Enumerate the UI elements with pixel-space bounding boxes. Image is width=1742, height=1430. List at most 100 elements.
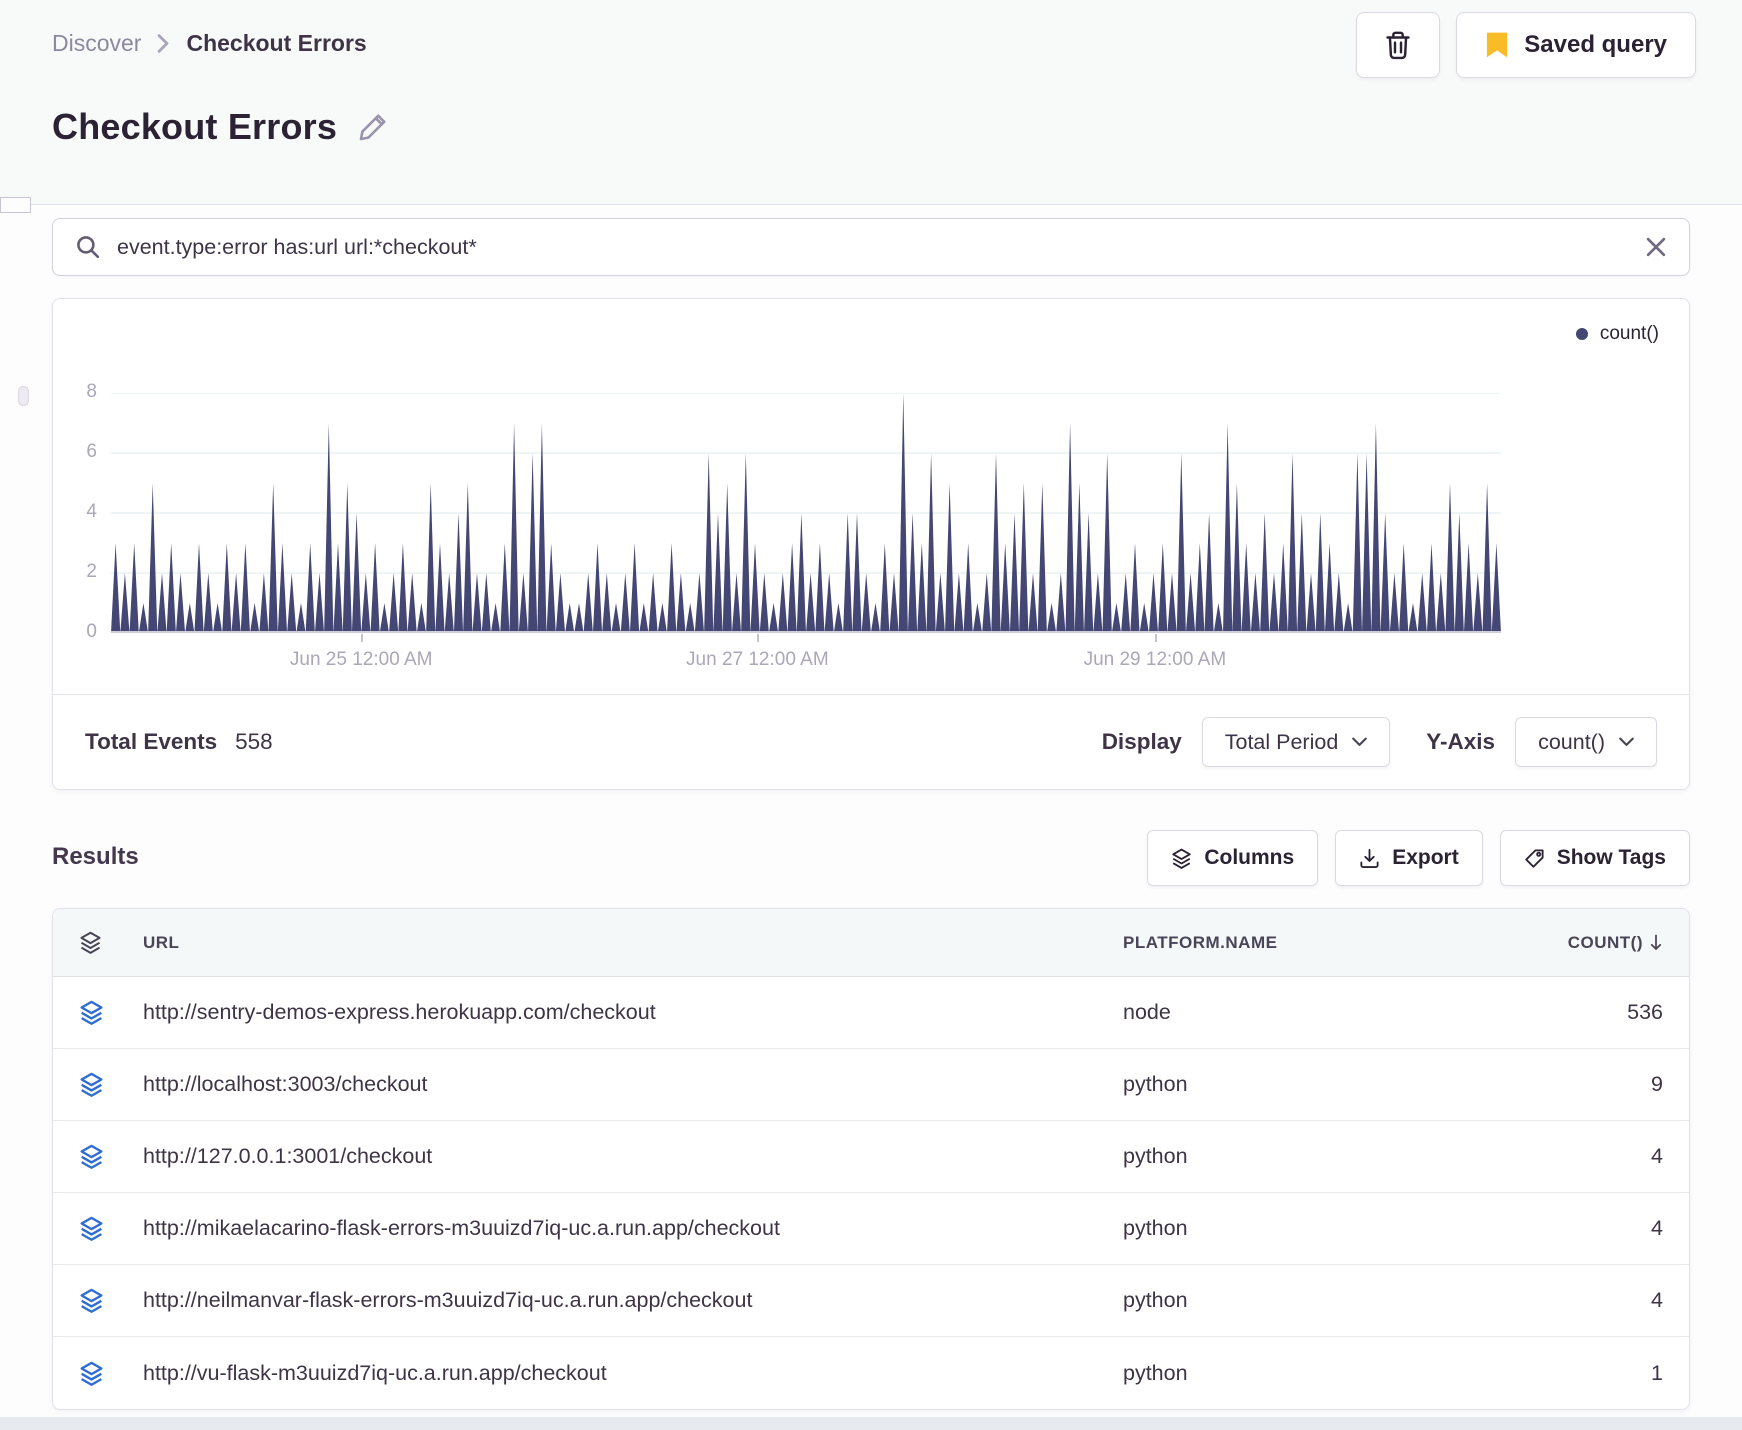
breadcrumb: Discover Checkout Errors [52,30,367,57]
y-axis-tick-label: 0 [86,621,97,642]
platform-cell: python [1123,1216,1188,1240]
pencil-icon [357,111,389,143]
events-area-chart [111,393,1501,633]
row-stack-icon[interactable] [79,1288,143,1313]
bookmark-icon [1485,31,1509,59]
display-select-value: Total Period [1224,729,1339,754]
download-icon [1359,848,1380,869]
y-axis-tick-label: 8 [86,381,97,402]
stack-icon [79,931,143,954]
display-select[interactable]: Total Period [1201,717,1391,767]
table-row[interactable]: http://sentry-demos-express.herokuapp.co… [53,977,1689,1049]
chart-footer: Total Events 558 Display Total Period Y-… [53,695,1689,789]
total-events-value: 558 [235,729,273,754]
search-bar [52,218,1690,276]
columns-button-label: Columns [1204,846,1295,869]
show-tags-button-label: Show Tags [1556,846,1666,869]
header-actions: Saved query [1356,12,1696,78]
chevron-down-icon [1619,737,1634,747]
platform-cell: node [1123,1000,1171,1024]
x-axis-tick-label: Jun 29 12:00 AM [1083,649,1227,670]
row-stack-icon[interactable] [79,1361,143,1386]
results-table-body: http://sentry-demos-express.herokuapp.co… [53,977,1689,1409]
count-cell: 9 [1651,1072,1663,1096]
row-stack-icon[interactable] [79,1216,143,1241]
y-axis-tick-label: 6 [86,441,97,462]
chart-legend[interactable]: count() [1575,323,1659,345]
results-header-row: Results Columns Export Show Tags [52,828,1690,888]
sort-descending-icon [1649,934,1663,951]
url-cell: http://neilmanvar-flask-errors-m3uuizd7i… [143,1288,753,1312]
left-edge-handle [18,386,29,406]
delete-query-button[interactable] [1356,12,1441,78]
table-row[interactable]: http://vu-flask-m3uuizd7iq-uc.a.run.app/… [53,1337,1689,1409]
panel-collapse-handle[interactable] [0,197,31,213]
url-cell: http://vu-flask-m3uuizd7iq-uc.a.run.app/… [143,1360,607,1385]
url-cell: http://localhost:3003/checkout [143,1072,428,1096]
y-axis-tick-label: 2 [86,561,97,582]
count-cell: 1 [1651,1360,1663,1385]
bottom-page-strip [0,1417,1742,1430]
results-heading: Results [52,843,139,870]
display-label: Display [1101,729,1182,754]
table-row[interactable]: http://neilmanvar-flask-errors-m3uuizd7i… [53,1265,1689,1337]
search-input[interactable] [117,234,1629,260]
results-table-header: URL PLATFORM.NAME COUNT() [53,909,1689,977]
x-axis-tick-label: Jun 27 12:00 AM [686,649,829,670]
legend-series-label: count() [1599,323,1659,344]
table-row[interactable]: http://127.0.0.1:3001/checkout python 4 [53,1121,1689,1193]
x-axis-tick-label: Jun 25 12:00 AM [289,649,433,670]
url-cell: http://mikaelacarino-flask-errors-m3uuiz… [143,1216,780,1240]
show-tags-button[interactable]: Show Tags [1499,830,1690,886]
search-icon [75,234,101,260]
total-events-label: Total Events [85,729,218,754]
chevron-right-icon [157,34,170,53]
yaxis-label: Y-Axis [1426,729,1496,754]
breadcrumb-discover-link[interactable]: Discover [52,30,141,57]
column-header-count[interactable]: COUNT() [1568,933,1663,953]
discover-page: Discover Checkout Errors Saved query Che… [0,0,1742,1430]
trash-icon [1383,30,1413,60]
x-axis-tick-mark [1154,634,1157,642]
results-actions: Columns Export Show Tags [1147,830,1690,886]
count-cell: 4 [1651,1288,1663,1312]
edit-title-button[interactable] [357,111,389,143]
clear-search-icon[interactable] [1645,236,1667,258]
table-row[interactable]: http://localhost:3003/checkout python 9 [53,1049,1689,1121]
saved-query-label: Saved query [1524,31,1667,58]
platform-cell: python [1123,1144,1188,1168]
legend-series-dot [1575,328,1588,340]
title-row: Checkout Errors [52,106,389,148]
events-chart-panel: count() Total Events 558 Display Total P… [52,298,1690,790]
row-stack-icon[interactable] [79,1072,143,1097]
count-cell: 4 [1651,1216,1663,1240]
platform-cell: python [1123,1072,1188,1096]
columns-button[interactable]: Columns [1147,830,1319,886]
count-cell: 4 [1651,1144,1663,1168]
export-button[interactable]: Export [1335,830,1483,886]
column-header-url[interactable]: URL [143,933,1123,953]
x-axis-tick-mark [757,634,760,642]
row-stack-icon[interactable] [79,1144,143,1169]
platform-cell: python [1123,1288,1188,1312]
table-row[interactable]: http://mikaelacarino-flask-errors-m3uuiz… [53,1193,1689,1265]
tag-icon [1524,848,1545,869]
column-header-count-label: COUNT() [1567,932,1643,952]
stack-icon [1171,848,1192,869]
page-title: Checkout Errors [52,106,338,147]
breadcrumb-current: Checkout Errors [186,30,367,56]
saved-query-button[interactable]: Saved query [1456,12,1696,78]
y-axis-tick-label: 4 [86,501,97,522]
row-stack-icon[interactable] [79,1000,143,1025]
header-divider [0,204,1742,205]
yaxis-select-value: count() [1538,729,1605,754]
url-cell: http://sentry-demos-express.herokuapp.co… [143,1000,656,1024]
x-axis-tick-mark [361,634,364,642]
platform-cell: python [1123,1360,1188,1385]
chevron-down-icon [1352,737,1368,747]
url-cell: http://127.0.0.1:3001/checkout [143,1144,433,1168]
count-cell: 536 [1627,1000,1663,1024]
column-header-platform[interactable]: PLATFORM.NAME [1123,933,1473,953]
yaxis-select[interactable]: count() [1515,717,1657,767]
results-table: URL PLATFORM.NAME COUNT() http://sentry-… [52,908,1690,1410]
